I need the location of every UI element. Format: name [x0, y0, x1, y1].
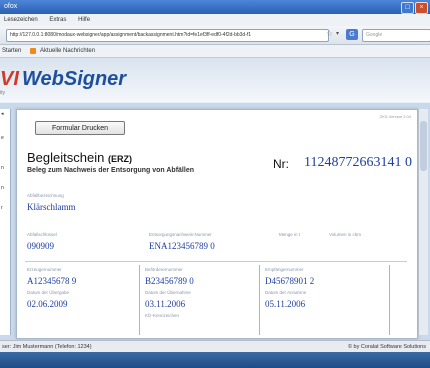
section-divider — [25, 261, 407, 262]
title-bar: ofox □ × — [0, 0, 430, 14]
receiver-number-label: Empfängernummer — [265, 267, 304, 272]
number-label: Nr: — [273, 157, 289, 171]
status-copyright: © by Coralat Software Solutions — [347, 344, 426, 350]
app-logo: WebSigner — [22, 68, 127, 90]
acceptance-date-value: 05.11.2006 — [265, 299, 306, 309]
sidebar: ◂ e n n r — [0, 109, 11, 335]
search-input[interactable]: Google — [362, 29, 430, 42]
takeover-date-value: 03.11.2006 — [145, 299, 186, 309]
waste-key-value: 090909 — [27, 241, 54, 251]
version-label: ZKS-Version 2.04 — [379, 114, 411, 119]
column-divider — [139, 265, 140, 335]
disposal-proof-label: Entsorgungsnachweis-Nummer — [149, 232, 212, 237]
address-bar[interactable]: http://127.0.0.1:8080/modaux-websigner/a… — [6, 29, 329, 42]
sidebar-item[interactable]: n — [1, 185, 4, 191]
bookmark-star-icon[interactable]: ☆ — [326, 29, 333, 38]
vertical-scrollbar[interactable] — [418, 109, 428, 335]
taskbar — [0, 352, 430, 368]
waste-key-label: Abfallschlüssel — [27, 232, 57, 237]
waste-description-label: Abfallbezeichnung — [27, 193, 64, 198]
sidebar-arrow-icon[interactable]: ◂ — [1, 111, 4, 117]
search-engine-icon[interactable]: G — [346, 29, 358, 40]
form-panel: ZKS-Version 2.04 Formular Drucken Beglei… — [16, 109, 418, 339]
bookmarks-toolbar: Starten Aktuelle Nachrichten — [0, 45, 430, 58]
document-subtitle: Beleg zum Nachweis der Entsorgung von Ab… — [27, 167, 194, 174]
document-title: Begleitschein (ERZ) — [27, 150, 132, 165]
document-number: 11248772663141 0 — [304, 155, 412, 170]
sidebar-item[interactable]: n — [1, 165, 4, 171]
print-form-button[interactable]: Formular Drucken — [35, 121, 125, 135]
scrollbar-thumb[interactable] — [420, 121, 427, 171]
disposal-proof-value: ENA123456789 0 — [149, 241, 215, 251]
logo-subtext: ity — [0, 90, 5, 96]
document-title-suffix: (ERZ) — [107, 154, 132, 164]
producer-number-label: Erzeugernummer — [27, 267, 62, 272]
app-header: VI WebSigner ity — [0, 58, 430, 102]
rss-icon — [30, 48, 36, 54]
waste-description-value: Klärschlamm — [27, 202, 76, 212]
volume-label: Volumen in cbm — [329, 232, 362, 237]
menu-lesezeichen[interactable]: Lesezeichen — [4, 17, 38, 23]
browser-window: ofox □ × Lesezeichen Extras Hilfe http:/… — [0, 0, 430, 352]
logo-prefix: VI — [0, 68, 19, 90]
dropdown-arrow-icon[interactable]: ▾ — [336, 30, 339, 37]
menu-bar: Lesezeichen Extras Hilfe — [0, 14, 430, 26]
acceptance-date-label: Datum der Annahme — [265, 290, 307, 295]
sidebar-item[interactable]: r — [1, 205, 3, 211]
takeover-date-label: Datum der Übernahme — [145, 290, 191, 295]
carrier-number-value: B23456789 0 — [145, 276, 194, 286]
menu-extras[interactable]: Extras — [49, 17, 66, 23]
column-divider — [259, 265, 260, 335]
maximize-button[interactable]: □ — [401, 2, 414, 14]
handover-date-label: Datum der Übergabe — [27, 290, 70, 295]
bookmark-starten[interactable]: Starten — [2, 45, 21, 57]
window-title: ofox — [4, 3, 18, 10]
document-title-text: Begleitschein — [27, 150, 105, 165]
producer-number-value: A12345678 9 — [27, 276, 77, 286]
close-button[interactable]: × — [415, 2, 428, 14]
receiver-number-value: D45678901 2 — [265, 276, 315, 286]
sidebar-item[interactable]: e — [1, 135, 4, 141]
handover-date-value: 02.06.2009 — [27, 299, 68, 309]
menu-hilfe[interactable]: Hilfe — [78, 17, 90, 23]
column-divider — [389, 265, 390, 335]
status-bar: ser: Jim Mustermann (Telefon: 1234) © by… — [0, 340, 430, 352]
carrier-number-label: Beförderernummer — [145, 267, 183, 272]
content-area: ◂ e n n r ZKS-Version 2.04 Formular Druc… — [0, 103, 430, 340]
amount-label: Menge in t — [279, 232, 301, 237]
navigation-bar: http://127.0.0.1:8080/modaux-websigner/a… — [0, 26, 430, 45]
bookmark-news[interactable]: Aktuelle Nachrichten — [40, 45, 95, 57]
status-user: ser: Jim Mustermann (Telefon: 1234) — [2, 344, 92, 350]
license-plate-label: Kfz-Kennzeichen — [145, 313, 180, 318]
